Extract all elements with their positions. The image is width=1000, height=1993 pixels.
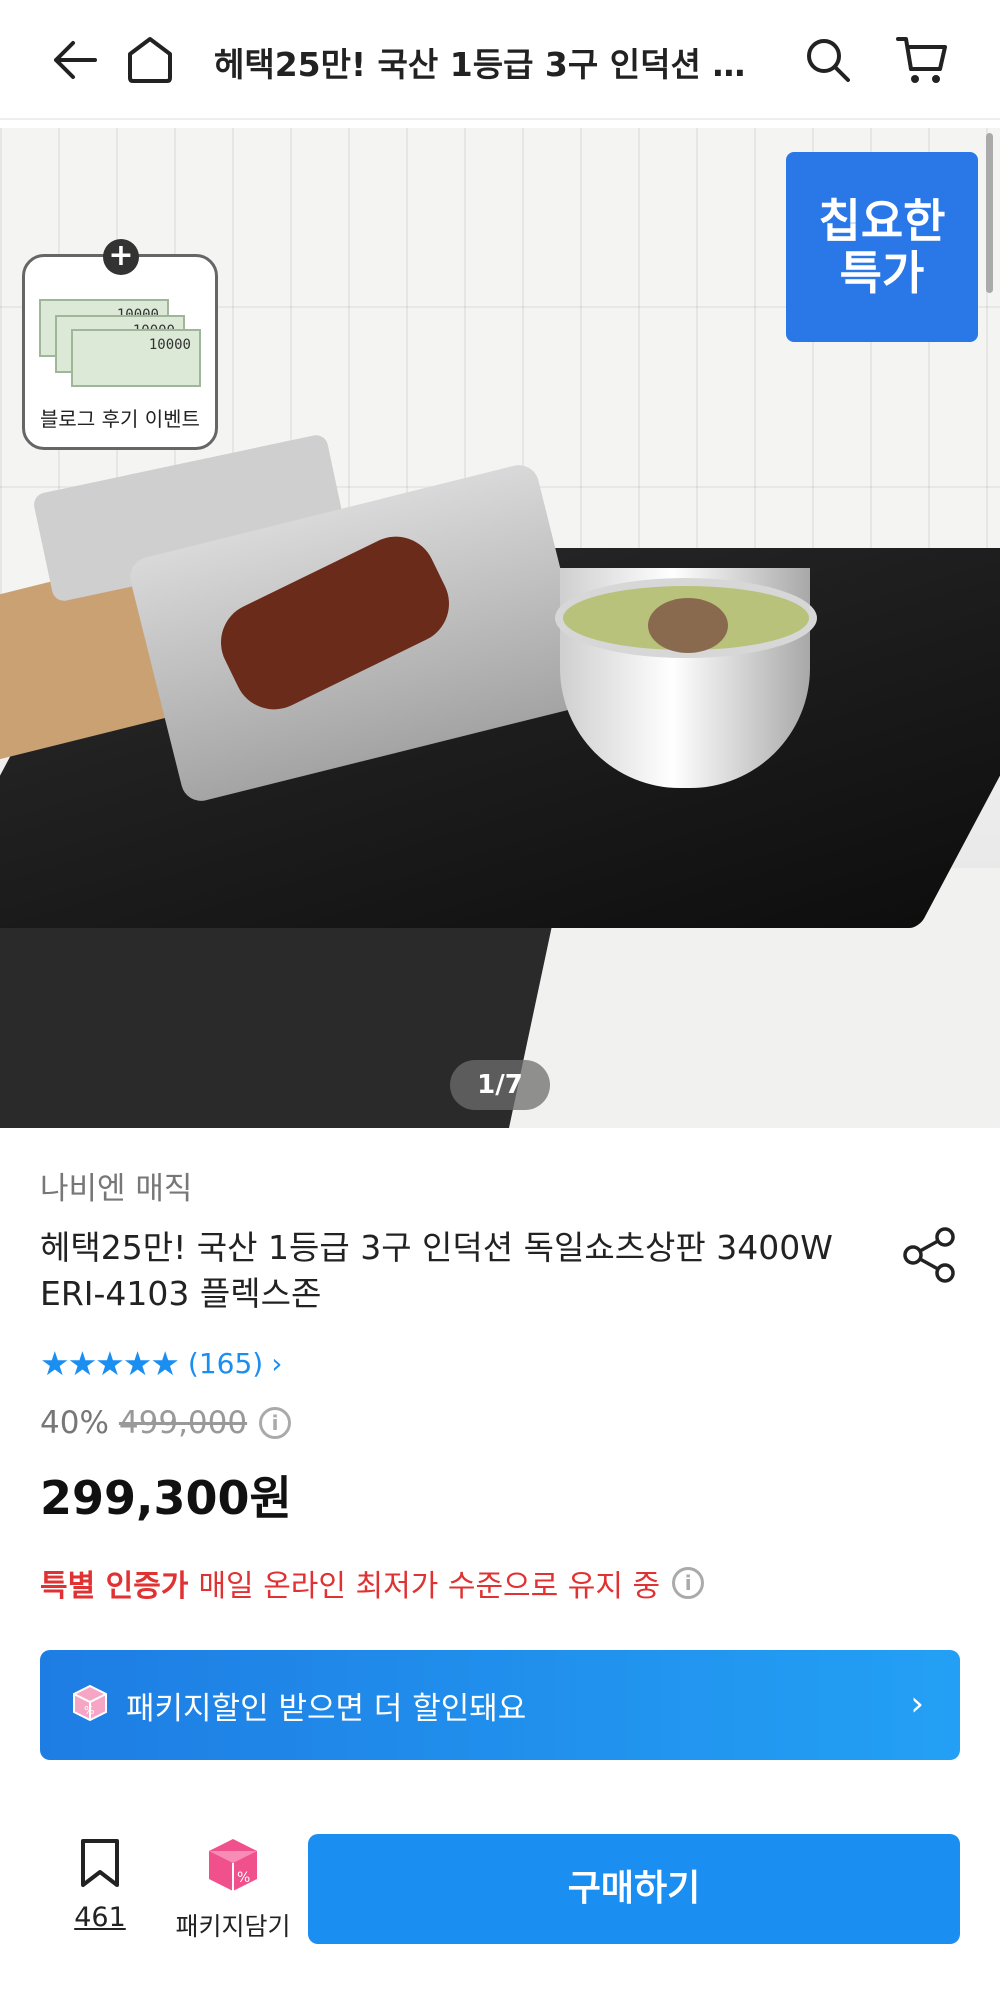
discount-rate: 40% bbox=[40, 1405, 109, 1441]
svg-text:%: % bbox=[237, 1870, 250, 1886]
bookmark-button[interactable]: 461 bbox=[60, 1838, 140, 1933]
buy-button[interactable]: 구매하기 bbox=[308, 1834, 960, 1944]
chevron-right-icon: › bbox=[271, 1346, 283, 1380]
package-box-icon: % bbox=[70, 1683, 110, 1727]
bookmark-icon bbox=[81, 1839, 119, 1887]
promo-badge: 칩요한 특가 bbox=[786, 152, 978, 342]
package-discount-banner[interactable]: % 패키지할인 받으면 더 할인돼요 › bbox=[40, 1650, 960, 1760]
special-label: 특별 인증가 bbox=[40, 1569, 189, 1604]
product-image-carousel[interactable]: 칩요한 특가 + 10000 10000 10000 블로그 후기 이벤트 1/… bbox=[0, 128, 1000, 1128]
home-icon[interactable] bbox=[120, 30, 180, 90]
share-icon[interactable] bbox=[900, 1225, 960, 1285]
review-count[interactable]: (165) bbox=[188, 1347, 263, 1380]
sale-price: 299,300원 bbox=[40, 1471, 292, 1525]
special-text: 매일 온라인 최저가 수준으로 유지 중 bbox=[198, 1569, 661, 1604]
top-app-bar: 헤택25만! 국산 1등급 3구 인덕션 독일쇼츠상판 3400W ERI-41… bbox=[0, 0, 1000, 120]
brand-name[interactable]: 나비엔 매직 bbox=[40, 1163, 192, 1208]
discount-row: 40% 499,000 i bbox=[40, 1405, 292, 1441]
page-title: 헤택25만! 국산 1등급 3구 인덕션 독일쇼츠상판 3400W ERI-41… bbox=[214, 45, 754, 84]
svg-text:%: % bbox=[84, 1704, 94, 1717]
search-icon[interactable] bbox=[798, 30, 858, 90]
bookmark-count: 461 bbox=[74, 1902, 126, 1933]
scrollbar[interactable] bbox=[986, 133, 993, 293]
product-title: 헤택25만! 국산 1등급 3구 인덕션 독일쇼츠상판 3400W ERI-41… bbox=[40, 1228, 833, 1313]
package-cart-label: 패키지담기 bbox=[175, 1912, 291, 1941]
rating-row[interactable]: ★★★★★ (165) › bbox=[40, 1343, 282, 1383]
info-icon[interactable]: i bbox=[259, 1407, 292, 1439]
package-box-icon: % bbox=[209, 1839, 257, 1891]
mushroom bbox=[648, 598, 728, 653]
gift-voucher: 10000 bbox=[71, 329, 201, 387]
chevron-right-icon: › bbox=[910, 1684, 924, 1724]
special-price-notice: 특별 인증가 매일 온라인 최저가 수준으로 유지 중 i bbox=[40, 1561, 705, 1605]
star-rating-icon: ★★★★★ bbox=[40, 1343, 180, 1383]
info-icon[interactable]: i bbox=[672, 1567, 705, 1599]
plus-icon: + bbox=[103, 239, 139, 275]
event-label: 블로그 후기 이벤트 bbox=[40, 407, 200, 431]
arrow-left-icon[interactable] bbox=[44, 30, 104, 90]
cart-icon[interactable] bbox=[892, 30, 952, 90]
package-banner-text: 패키지할인 받으면 더 할인돼요 bbox=[126, 1690, 527, 1727]
package-cart-button[interactable]: % 패키지담기 bbox=[168, 1835, 298, 1943]
image-pager: 1/7 bbox=[450, 1060, 550, 1110]
blog-review-event-card[interactable]: + 10000 10000 10000 블로그 후기 이벤트 bbox=[22, 239, 218, 450]
promo-badge-text: 칩요한 특가 bbox=[818, 194, 946, 300]
original-price: 499,000 bbox=[118, 1405, 248, 1441]
